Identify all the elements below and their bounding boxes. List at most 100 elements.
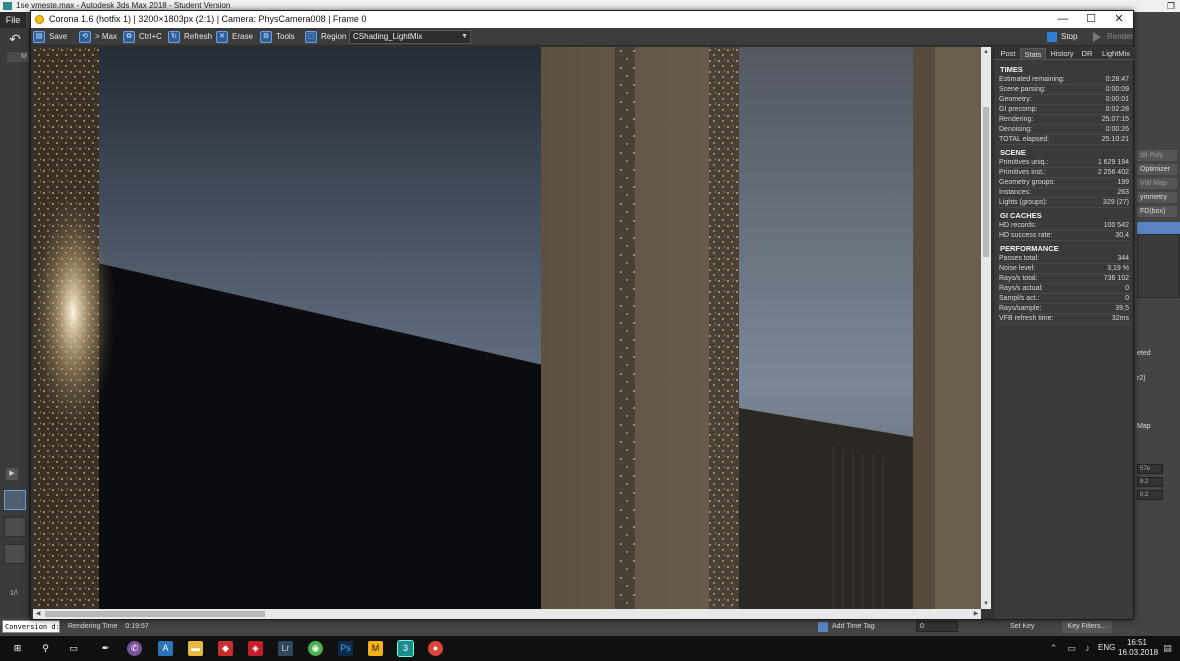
close-icon[interactable]: ✕ <box>1105 11 1133 28</box>
set-key-button[interactable]: Set Key <box>1010 621 1035 633</box>
tab-lightmix[interactable]: LightMix <box>1098 48 1134 60</box>
search-icon[interactable]: ⚲ <box>38 641 53 656</box>
stat-key: Rays/sample: <box>999 305 1042 312</box>
spinner-field[interactable]: 57e <box>1137 464 1163 474</box>
horizontal-scroll-thumb[interactable] <box>45 611 265 617</box>
play-icon[interactable]: ▶ <box>6 468 18 480</box>
stat-row: Rays/s actual: 0 <box>999 284 1131 294</box>
vertical-scrollbar[interactable]: ▲ ▼ <box>981 47 991 609</box>
tools-button[interactable]: ⚙ Tools <box>260 30 295 44</box>
undo-icon[interactable]: ↶ <box>5 31 25 47</box>
network-icon[interactable]: ▭ <box>1064 641 1079 656</box>
inkscape-icon[interactable]: ✒ <box>98 641 113 656</box>
stat-row: VFB refresh time: 32ms <box>999 314 1131 324</box>
time-tag-icon <box>818 622 828 632</box>
erase-button[interactable]: ✕ Erase <box>216 30 253 44</box>
mailbird-icon[interactable]: M <box>368 641 383 656</box>
tab-stats[interactable]: Stats <box>1020 48 1046 60</box>
send-to-max-button[interactable]: ⟲ > Max <box>79 30 117 44</box>
notifications-icon[interactable]: ▤ <box>1160 641 1175 656</box>
stat-value: 32ms <box>1111 315 1129 322</box>
tab-dr[interactable]: DR <box>1078 48 1096 60</box>
viewport-layout-button[interactable] <box>4 490 26 510</box>
render-play-icon <box>1093 32 1101 42</box>
section-times-title: TIMES <box>1000 65 1023 74</box>
stat-row: GI precomp: 0:02:28 <box>999 105 1131 115</box>
modifier-button[interactable]: dit Poly <box>1137 150 1177 161</box>
start-icon[interactable]: ⊞ <box>10 641 25 656</box>
stat-value: 199 <box>1117 179 1129 186</box>
region-button[interactable]: ⬚ Region <box>305 30 346 44</box>
tab-post[interactable]: Post <box>996 48 1020 60</box>
taskbar-clock[interactable]: 16:51 16.03.2018 <box>1118 638 1158 658</box>
stat-key: Noise level: <box>999 265 1036 272</box>
render-element-select[interactable]: CShading_LightMix ▼ <box>349 30 471 44</box>
menu-file[interactable]: File <box>0 12 26 28</box>
lightroom-icon[interactable]: Lr <box>278 641 293 656</box>
copy-button[interactable]: ⧉ Ctrl+C <box>123 30 162 44</box>
key-filters-button[interactable]: Key Filters... <box>1062 621 1112 633</box>
add-time-tag-button[interactable]: Add Time Tag <box>818 621 875 633</box>
windows-taskbar: ⊞ ⚲ ▭ ✒ ✆ A ▬ ◆ ◈ Lr ◉ Ps M 3 ● ⌃ ▭ ♪ EN… <box>0 636 1180 661</box>
scroll-up-icon[interactable]: ▲ <box>981 47 991 57</box>
modifier-button[interactable]: VW Map <box>1137 178 1177 189</box>
tab-history[interactable]: History <box>1046 48 1078 60</box>
vertical-scroll-thumb[interactable] <box>983 107 989 257</box>
modifier-stack-list[interactable] <box>1137 234 1180 298</box>
modifier-button[interactable]: Optimizer <box>1137 164 1177 175</box>
viewport-layout-button[interactable] <box>4 517 26 537</box>
spinner-field[interactable]: 8.2 <box>1137 477 1163 487</box>
maximize-icon[interactable]: ☐ <box>1077 11 1105 28</box>
modifier-button[interactable]: ymmetry <box>1137 192 1177 203</box>
panel-label: eted <box>1137 350 1151 357</box>
render-time-readout: Rendering Time 0:19:57 <box>68 618 149 636</box>
current-frame-field[interactable]: 0 <box>916 621 958 632</box>
globe-icon[interactable]: ◉ <box>308 641 323 656</box>
autocad-icon[interactable]: ◈ <box>248 641 263 656</box>
max-m-label: M <box>7 52 29 62</box>
vfb-tab-bar: Post Stats History DR LightMix <box>994 47 1134 60</box>
maxscript-listener-input[interactable]: Conversion d: <box>2 620 60 633</box>
task-view-icon[interactable]: ▭ <box>66 641 81 656</box>
chrome-icon[interactable]: ● <box>428 641 443 656</box>
stop-button[interactable]: Stop <box>1047 30 1077 44</box>
volume-icon[interactable]: ♪ <box>1080 641 1095 656</box>
max-restore-icon[interactable]: ❐ <box>1164 0 1178 12</box>
frame-counter: 1/\ <box>10 590 18 597</box>
scroll-down-icon[interactable]: ▼ <box>981 599 991 609</box>
send-to-max-icon: ⟲ <box>79 31 91 43</box>
horizontal-scrollbar[interactable]: ◀ ▶ <box>33 609 981 619</box>
language-indicator[interactable]: ENG <box>1098 643 1115 652</box>
stat-value: 0:00:09 <box>1105 86 1129 93</box>
erase-icon: ✕ <box>216 31 228 43</box>
tray-expand-icon[interactable]: ⌃ <box>1046 641 1061 656</box>
tools-label: Tools <box>276 32 295 41</box>
map-button[interactable]: Map <box>1137 423 1151 430</box>
panel-dropdown[interactable]: r2) <box>1137 375 1146 382</box>
clock-time: 16:51 <box>1126 638 1148 647</box>
viber-icon[interactable]: ✆ <box>127 641 142 656</box>
save-button[interactable]: ▤ Save <box>33 30 67 44</box>
stop-label: Stop <box>1061 32 1078 41</box>
explorer-icon[interactable]: ▬ <box>188 641 203 656</box>
modifier-stack-selected[interactable] <box>1137 222 1180 234</box>
scroll-right-icon[interactable]: ▶ <box>971 609 981 619</box>
render-viewport[interactable] <box>33 47 981 609</box>
spinner-field[interactable]: 0.2 <box>1137 490 1163 500</box>
minimize-icon[interactable]: — <box>1049 11 1077 28</box>
rendered-image <box>33 47 981 609</box>
stat-value: 329 (27) <box>1102 199 1129 206</box>
vfb-titlebar: Corona 1.6 (hotfix 1) | 3200×1803px (2:1… <box>31 11 1133 28</box>
stat-key: Rays/s actual: <box>999 285 1043 292</box>
viewport-layout-button[interactable] <box>4 544 26 564</box>
scroll-left-icon[interactable]: ◀ <box>33 609 43 619</box>
modifier-button[interactable]: FD(box) <box>1137 206 1177 217</box>
photoshop-icon[interactable]: Ps <box>338 641 353 656</box>
stat-key: VFB refresh time: <box>999 315 1054 322</box>
stats-panel: Post Stats History DR LightMix TIMES Est… <box>993 47 1134 619</box>
autodesk-icon[interactable]: A <box>158 641 173 656</box>
refresh-button[interactable]: ↻ Refresh <box>168 30 212 44</box>
render-button[interactable]: Render <box>1093 30 1133 44</box>
3dsmax-taskbar-icon[interactable]: 3 <box>397 640 414 657</box>
sketchup-icon[interactable]: ◆ <box>218 641 233 656</box>
